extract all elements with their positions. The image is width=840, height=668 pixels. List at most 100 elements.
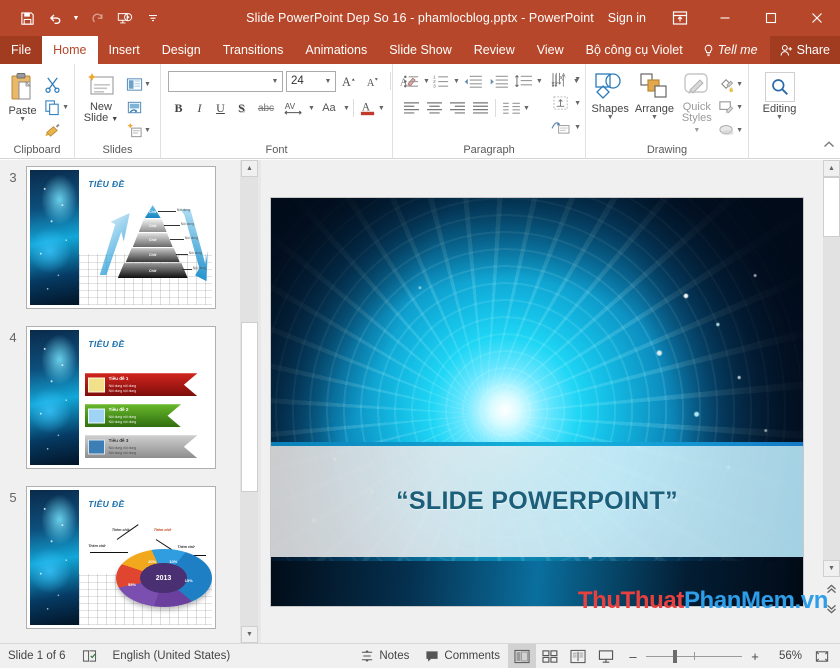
thumbnail-slide-3[interactable]: TIÊU ĐỀ Chữ Chữ Chữ Chữ Chữ Nội dung Nội… xyxy=(26,166,216,309)
numbering-dropdown-icon[interactable]: ▼ xyxy=(453,78,460,85)
shape-fill-button[interactable]: ▼ xyxy=(716,73,745,95)
tab-insert[interactable]: Insert xyxy=(98,36,151,64)
thumbnail-scroll-down-icon[interactable]: ▼ xyxy=(241,626,258,643)
reading-view-button[interactable] xyxy=(564,644,592,668)
text-direction-vertical-dropdown-icon[interactable]: ▼ xyxy=(574,76,581,83)
decrease-indent-button[interactable] xyxy=(460,70,486,92)
close-button[interactable] xyxy=(794,0,840,36)
increase-indent-button[interactable] xyxy=(486,70,512,92)
reset-button[interactable] xyxy=(124,96,153,118)
comments-button[interactable]: Comments xyxy=(417,644,508,668)
slide-title-band[interactable]: “SLIDE POWERPOINT” xyxy=(271,442,803,557)
thumbnail-scroll-thumb[interactable] xyxy=(241,322,258,492)
layout-button[interactable]: ▼ xyxy=(124,73,153,95)
tab-design[interactable]: Design xyxy=(151,36,212,64)
language-indicator[interactable]: English (United States) xyxy=(105,644,239,668)
format-painter-button[interactable] xyxy=(42,119,71,141)
align-text-dropdown-icon[interactable]: ▼ xyxy=(574,100,581,107)
slide-counter[interactable]: Slide 1 of 6 xyxy=(0,644,74,668)
line-spacing-dropdown-icon[interactable]: ▼ xyxy=(536,78,543,85)
bold-button[interactable]: B xyxy=(168,98,189,119)
thumbnail-row-3[interactable]: 3 TIÊU ĐỀ Chữ Chữ Chữ Chữ Chữ Nội dung N… xyxy=(0,166,236,309)
pane-splitter[interactable] xyxy=(258,160,261,643)
decrease-font-size-button[interactable]: A xyxy=(363,71,384,92)
section-button[interactable]: ▼ xyxy=(124,119,153,141)
align-center-button[interactable] xyxy=(423,97,446,119)
slide-scroll-track[interactable] xyxy=(823,177,840,577)
share-button[interactable]: Share xyxy=(769,36,840,64)
font-name-combobox[interactable]: ▼ xyxy=(168,70,283,92)
font-color-dropdown-icon[interactable]: ▼ xyxy=(378,105,385,112)
minimize-button[interactable] xyxy=(702,0,748,36)
notes-button[interactable]: Notes xyxy=(352,644,417,668)
strikethrough-button[interactable]: abc xyxy=(252,98,280,119)
font-name-dropdown-icon[interactable]: ▼ xyxy=(268,78,282,85)
slide-scroll-up-icon[interactable]: ▲ xyxy=(823,160,840,177)
cut-button[interactable] xyxy=(42,73,71,95)
align-text-button[interactable] xyxy=(548,92,574,114)
columns-button[interactable] xyxy=(499,97,523,119)
tab-violet-toolkit[interactable]: Bộ công cụ Violet xyxy=(575,36,694,64)
spellcheck-button[interactable] xyxy=(74,644,105,668)
copy-button[interactable]: ▼ xyxy=(42,96,71,118)
thumbnail-scroll-up-icon[interactable]: ▲ xyxy=(241,160,258,177)
arrange-button[interactable]: Arrange ▼ xyxy=(631,69,677,121)
undo-dropdown-icon[interactable]: ▼ xyxy=(70,5,82,31)
columns-dropdown-icon[interactable]: ▼ xyxy=(523,105,530,112)
italic-button[interactable]: I xyxy=(189,98,210,119)
thumbnail-row-5[interactable]: 5 TIÊU ĐỀ Thêm chữ Thêm chữ Thêm chữ Thê… xyxy=(0,486,236,629)
normal-view-button[interactable] xyxy=(508,643,536,668)
previous-slide-icon[interactable] xyxy=(823,580,840,597)
shapes-dropdown-icon[interactable]: ▼ xyxy=(607,114,614,121)
redo-icon[interactable] xyxy=(84,5,110,31)
shape-effects-dropdown-icon[interactable]: ▼ xyxy=(736,127,743,134)
quick-styles-button[interactable]: Quick Styles ▼ xyxy=(678,69,717,136)
justify-button[interactable] xyxy=(469,97,492,119)
underline-button[interactable]: U xyxy=(210,98,231,119)
zoom-slider-thumb[interactable] xyxy=(673,649,677,663)
slide-scroll-thumb[interactable] xyxy=(823,177,840,237)
tab-home[interactable]: Home xyxy=(42,36,98,64)
zoom-out-button[interactable]: – xyxy=(626,649,640,664)
bullets-button[interactable] xyxy=(400,70,423,92)
tab-transitions[interactable]: Transitions xyxy=(212,36,295,64)
tab-animations[interactable]: Animations xyxy=(294,36,378,64)
convert-to-smartart-button[interactable] xyxy=(548,116,574,138)
shape-outline-dropdown-icon[interactable]: ▼ xyxy=(736,104,743,111)
character-spacing-dropdown-icon[interactable]: ▼ xyxy=(308,105,315,112)
layout-dropdown-icon[interactable]: ▼ xyxy=(144,81,151,88)
bullets-dropdown-icon[interactable]: ▼ xyxy=(423,78,430,85)
text-direction-vertical-button[interactable]: A xyxy=(548,68,574,90)
numbering-button[interactable]: 123 xyxy=(430,70,453,92)
slide-show-view-button[interactable] xyxy=(592,644,620,668)
align-right-button[interactable] xyxy=(446,97,469,119)
maximize-button[interactable] xyxy=(748,0,794,36)
shapes-button[interactable]: Shapes ▼ xyxy=(589,69,631,121)
shape-fill-dropdown-icon[interactable]: ▼ xyxy=(736,81,743,88)
zoom-percentage[interactable]: 56% xyxy=(768,650,802,662)
zoom-slider[interactable] xyxy=(646,644,742,668)
shape-outline-button[interactable]: ▼ xyxy=(716,96,745,118)
thumbnail-scrollbar[interactable]: ▲ ▼ xyxy=(240,160,258,643)
tell-me-search[interactable]: Tell me xyxy=(694,36,767,64)
editing-button[interactable]: Editing ▼ xyxy=(754,69,806,121)
section-dropdown-icon[interactable]: ▼ xyxy=(144,127,151,134)
font-size-dropdown-icon[interactable]: ▼ xyxy=(321,78,335,85)
shape-effects-button[interactable]: ▼ xyxy=(716,119,745,141)
thumbnail-row-4[interactable]: 4 TIÊU ĐỀ Tiêu đề 1 Nội dung nội dung Nộ… xyxy=(0,326,236,469)
undo-icon[interactable] xyxy=(42,5,68,31)
slide-editing-stage[interactable]: “SLIDE POWERPOINT” xyxy=(262,160,812,643)
text-shadow-button[interactable]: S xyxy=(231,98,252,119)
current-slide[interactable]: “SLIDE POWERPOINT” xyxy=(271,197,803,606)
thumbnail-slide-4[interactable]: TIÊU ĐỀ Tiêu đề 1 Nội dung nội dung Nội … xyxy=(26,326,216,469)
editing-dropdown-icon[interactable]: ▼ xyxy=(776,114,783,121)
fit-slide-to-window-button[interactable] xyxy=(808,644,836,668)
align-left-button[interactable] xyxy=(400,97,423,119)
increase-font-size-button[interactable]: A xyxy=(339,71,360,92)
font-size-combobox[interactable]: 24 ▼ xyxy=(286,70,336,92)
slide-scrollbar[interactable]: ▲ ▼ xyxy=(823,160,840,643)
slide-title-text[interactable]: “SLIDE POWERPOINT” xyxy=(396,487,678,516)
paste-button[interactable]: Paste ▼ xyxy=(3,69,42,123)
line-spacing-button[interactable] xyxy=(512,70,536,92)
paste-dropdown-icon[interactable]: ▼ xyxy=(19,116,26,123)
